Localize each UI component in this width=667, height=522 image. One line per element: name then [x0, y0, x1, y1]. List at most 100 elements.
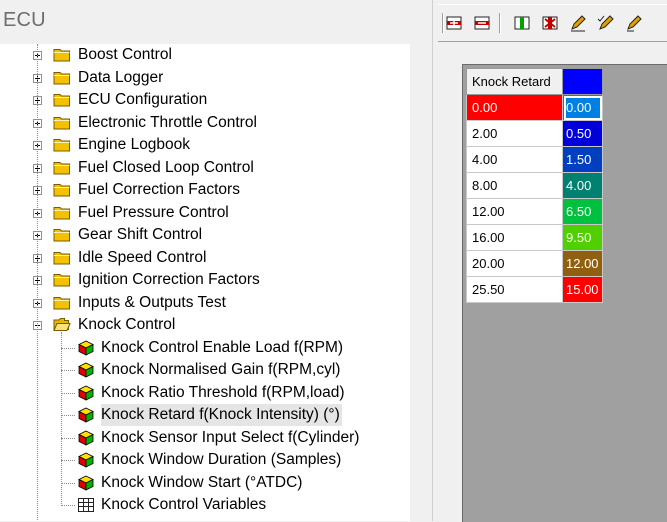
folder-icon — [53, 70, 71, 85]
table-toolbar — [438, 4, 667, 42]
tree-folder-label: ECU Configuration — [78, 91, 208, 108]
delete-column-button[interactable] — [539, 12, 561, 34]
edit-pencil-check-button[interactable] — [595, 12, 617, 34]
axis-cell[interactable]: 16.00 — [466, 224, 563, 251]
cube-icon — [78, 362, 94, 378]
tree-connector — [61, 347, 75, 349]
tree-item-label: Knock Window Duration (Samples) — [101, 451, 342, 468]
tree-folder-row[interactable] — [0, 517, 410, 522]
tree-item-label: Knock Ratio Threshold f(RPM,load) — [101, 383, 345, 401]
delete-row-button[interactable] — [471, 12, 493, 34]
value-cell[interactable]: 6.50 — [562, 198, 603, 225]
tree-folder-label: Inputs & Outputs Test — [78, 293, 226, 311]
cube-icon — [78, 385, 94, 401]
axis-cell[interactable]: 4.00 — [466, 146, 563, 173]
axis-cell[interactable]: 20.00 — [466, 250, 563, 277]
tree-line — [37, 44, 38, 521]
table-row: 16.00 9.50 — [466, 224, 603, 251]
tree-folder-row[interactable]: Inputs & Outputs Test — [0, 292, 410, 314]
insert-row-button[interactable] — [443, 12, 465, 34]
folder-icon — [53, 205, 71, 220]
folder-icon — [53, 115, 71, 130]
cube-icon — [78, 430, 94, 446]
axis-cell[interactable]: 0.00 — [466, 94, 563, 121]
tree-folder-label: Fuel Closed Loop Control — [78, 158, 254, 176]
insert-row-icon — [445, 15, 463, 31]
vertical-scrollbar[interactable] — [410, 44, 432, 521]
table-header-label: Knock Retard — [466, 68, 563, 95]
cube-icon — [78, 407, 94, 423]
tree-connector — [61, 437, 75, 439]
value-cell[interactable]: 1.50 — [562, 146, 603, 173]
edit-pencil-more-button[interactable] — [623, 12, 645, 34]
cube-icon — [78, 475, 94, 491]
table-row: 8.00 4.00 — [466, 172, 603, 199]
folder-icon — [53, 92, 71, 107]
tree-panel: ECU Boost Control Data Logger ECU Configur… — [0, 0, 432, 521]
value-cell[interactable]: 9.50 — [562, 224, 603, 251]
table-row: 25.50 15.00 — [466, 276, 603, 303]
tree-folder-row[interactable]: Data Logger — [0, 67, 410, 89]
tree-folder-row[interactable]: Boost Control — [0, 44, 410, 66]
tree-item-label: Knock Window Start (°ATDC) — [101, 473, 303, 491]
tree-connector — [61, 370, 75, 371]
tree-folder-row[interactable]: Electronic Throttle Control — [0, 112, 410, 134]
edit-pencil-more-icon — [625, 14, 643, 32]
tree-folder-label: Gear Shift Control — [78, 226, 203, 243]
tree-folder-label: Fuel Correction Factors — [78, 181, 240, 198]
value-cell[interactable]: 0.00 — [562, 94, 603, 121]
axis-cell[interactable]: 12.00 — [466, 198, 563, 225]
table-row: 0.00 0.00 — [466, 94, 603, 121]
toolbar-separator — [442, 13, 444, 33]
value-cell[interactable]: 0.50 — [562, 120, 603, 147]
folder-icon — [53, 182, 71, 197]
tree-folder-label: Electronic Throttle Control — [78, 113, 257, 131]
table-row: 12.00 6.50 — [466, 198, 603, 225]
table-header-swatch — [562, 68, 603, 95]
table-row: 2.00 0.50 — [466, 120, 603, 147]
tree-item-label: Knock Control Enable Load f(RPM) — [101, 338, 344, 356]
panel-title: ECU — [3, 9, 46, 31]
tree-connector — [61, 505, 75, 506]
folder-icon — [53, 250, 71, 265]
delete-column-icon — [541, 15, 559, 31]
edit-pencil-button[interactable] — [567, 12, 589, 34]
axis-cell[interactable]: 8.00 — [466, 172, 563, 199]
toolbar-separator — [499, 13, 501, 33]
tree-line — [61, 332, 62, 506]
table-grid-area: Knock Retard 0.00 0.00 2.00 0.50 4.00 1.50 8.00… — [462, 64, 667, 522]
tree-folder-label: Fuel Pressure Control — [78, 203, 229, 221]
tree-folder-row[interactable]: Engine Logbook — [0, 134, 410, 156]
delete-row-icon — [473, 15, 491, 31]
edit-pencil-check-icon — [597, 14, 615, 32]
cube-icon — [78, 340, 94, 356]
axis-cell[interactable]: 25.50 — [466, 276, 563, 303]
insert-column-button[interactable] — [511, 12, 533, 34]
tree-folder-row[interactable]: Gear Shift Control — [0, 224, 410, 246]
tree-connector — [61, 482, 75, 484]
table-header-row: Knock Retard — [466, 68, 603, 95]
folder-icon — [53, 160, 71, 175]
value-cell[interactable]: 12.00 — [562, 250, 603, 277]
tree-folder-label: Data Logger — [78, 68, 164, 86]
tree-folder-row[interactable]: ECU Configuration — [0, 89, 410, 111]
tree-connector — [61, 415, 75, 416]
tree-folder-row[interactable]: Ignition Correction Factors — [0, 269, 410, 291]
table-row: 4.00 1.50 — [466, 146, 603, 173]
ecu-tree[interactable]: Boost Control Data Logger ECU Configuratio… — [0, 44, 410, 521]
tree-item-label: Knock Retard f(Knock Intensity) (°) — [101, 404, 342, 426]
cube-icon — [78, 452, 94, 468]
value-cell[interactable]: 15.00 — [562, 276, 603, 303]
axis-cell[interactable]: 2.00 — [466, 120, 563, 147]
tree-folder-row[interactable]: Idle Speed Control — [0, 247, 410, 269]
table-row: 20.00 12.00 — [466, 250, 603, 277]
tree-folder-row[interactable]: Fuel Pressure Control — [0, 202, 410, 224]
knock-retard-table: Knock Retard 0.00 0.00 2.00 0.50 4.00 1.50 8.00… — [466, 68, 603, 303]
tree-item-label: Knock Sensor Input Select f(Cylinder) — [101, 428, 360, 446]
insert-column-icon — [513, 15, 531, 31]
value-cell[interactable]: 4.00 — [562, 172, 603, 199]
tree-folder-row[interactable]: Fuel Correction Factors — [0, 179, 410, 201]
tree-item-label: Knock Normalised Gain f(RPM,cyl) — [101, 361, 341, 378]
tree-folder-row[interactable]: Fuel Closed Loop Control — [0, 157, 410, 179]
tree-folder-label: Engine Logbook — [78, 136, 191, 153]
